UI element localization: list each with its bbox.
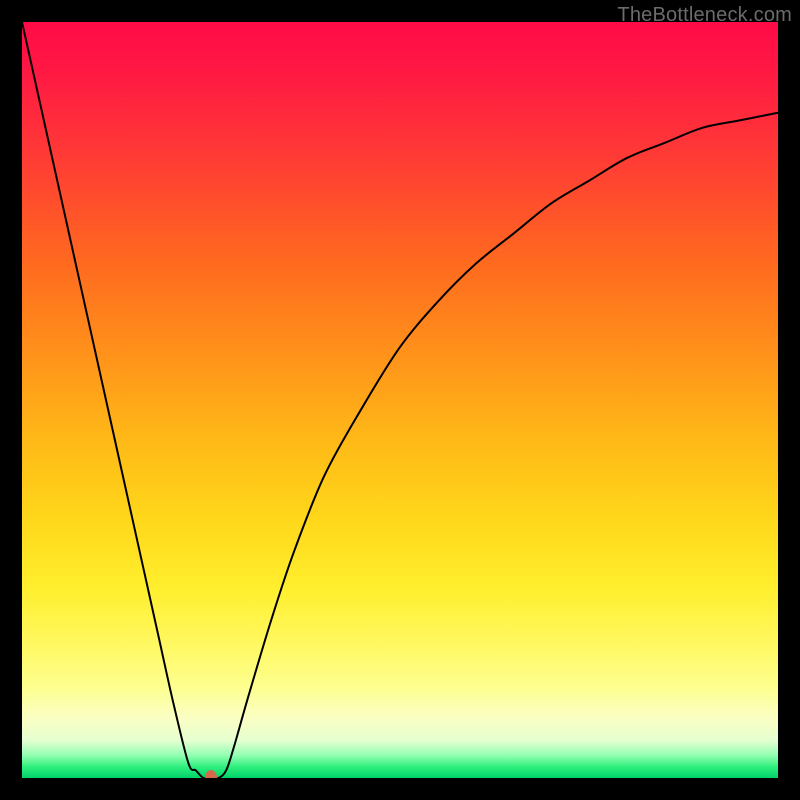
watermark-text: TheBottleneck.com xyxy=(617,4,792,27)
optimum-marker xyxy=(205,770,217,778)
chart-frame: TheBottleneck.com xyxy=(0,0,800,800)
bottleneck-curve xyxy=(22,22,778,778)
bottleneck-curve-svg xyxy=(22,22,778,778)
plot-area xyxy=(22,22,778,778)
